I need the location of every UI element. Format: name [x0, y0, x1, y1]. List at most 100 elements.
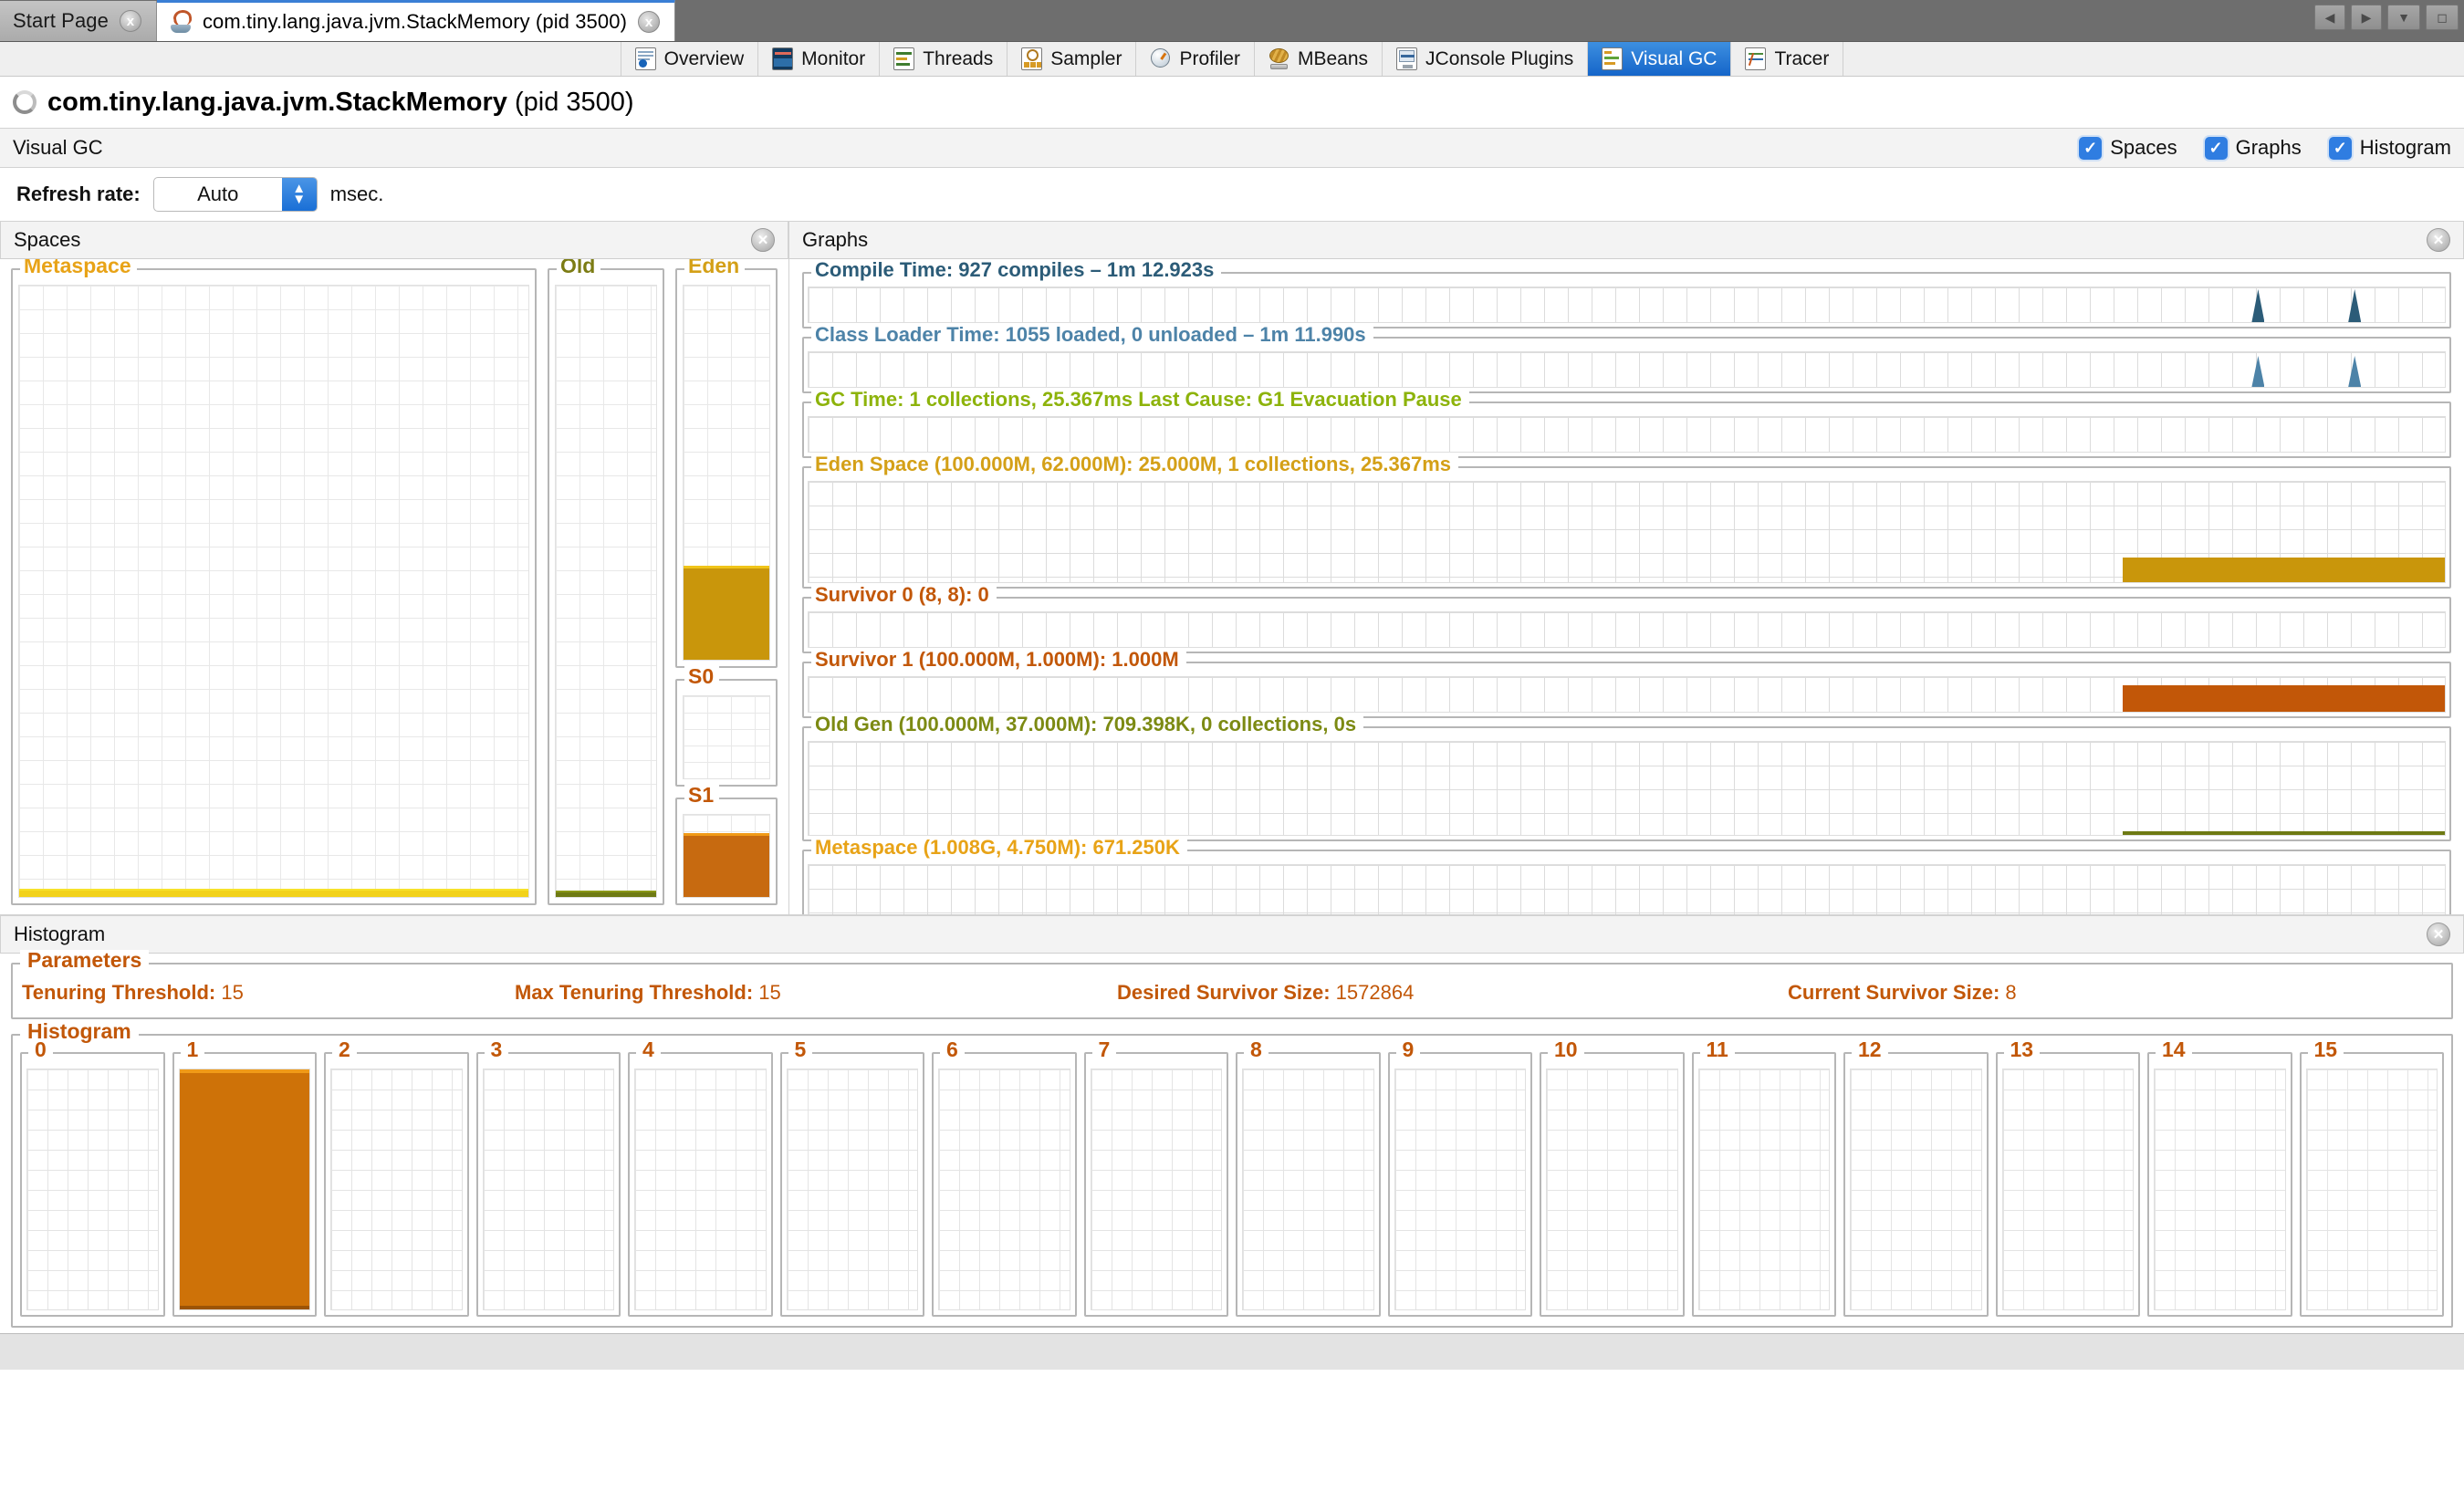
space-label: Eden — [684, 259, 746, 276]
space-young-column: Eden S0 S1 — [675, 259, 778, 905]
histogram-bin-grid — [786, 1069, 918, 1310]
spaces-panel: Spaces ✕ Metaspace Old Eden S0 S1 — [0, 221, 789, 914]
histogram-bin[interactable]: 0 — [20, 1039, 165, 1317]
graph-canvas — [808, 287, 2446, 323]
space-s0[interactable]: S0 — [675, 665, 778, 787]
parameters-group: Parameters Tenuring Threshold: 15 Max Te… — [11, 950, 2453, 1019]
histogram-panel-header: Histogram ✕ — [0, 915, 2464, 954]
checkbox-graphs[interactable]: ✓ Graphs — [2204, 136, 2302, 160]
histogram-bin-label: 11 — [1699, 1039, 1735, 1060]
histogram-bin[interactable]: 12 — [1843, 1039, 1989, 1317]
checkbox-spaces[interactable]: ✓ Spaces — [2079, 136, 2177, 160]
page-title-bar: com.tiny.lang.java.jvm.StackMemory (pid … — [0, 77, 2464, 128]
graph-canvas — [808, 351, 2446, 388]
space-gauge — [18, 285, 529, 898]
histogram-bin[interactable]: 9 — [1387, 1039, 1532, 1317]
tab-jconsole-plugins[interactable]: JConsole Plugins — [1383, 42, 1589, 76]
page-title-main: com.tiny.lang.java.jvm.StackMemory — [47, 87, 507, 117]
param-tenuring-threshold: Tenuring Threshold: 15 — [22, 981, 515, 1005]
graph-compile-time[interactable]: Compile Time: 927 compiles – 1m 12.923s — [802, 260, 2451, 328]
tab-profiler[interactable]: Profiler — [1136, 42, 1255, 76]
histogram-bin[interactable]: 15 — [2299, 1039, 2444, 1317]
histogram-bin[interactable]: 5 — [779, 1039, 924, 1317]
space-eden[interactable]: Eden — [675, 259, 778, 668]
prev-arrow-icon[interactable]: ◀ — [2314, 5, 2345, 30]
checkbox-histogram[interactable]: ✓ Histogram — [2328, 136, 2451, 160]
tab-label: Visual GC — [1631, 47, 1717, 69]
tab-sampler[interactable]: Sampler — [1008, 42, 1137, 76]
histogram-bin[interactable]: 2 — [324, 1039, 469, 1317]
graph-canvas — [808, 864, 2446, 914]
histogram-bin[interactable]: 11 — [1691, 1039, 1836, 1317]
graphs-panel-title: Graphs — [802, 228, 869, 251]
graph-survivor-0[interactable]: Survivor 0 (8, 8): 0 — [802, 585, 2451, 653]
graph-label: Class Loader Time: 1055 loaded, 0 unload… — [811, 325, 1373, 345]
chevron-down-icon[interactable]: ▼ — [2387, 5, 2420, 30]
refresh-rate-spinner[interactable]: Auto ▲ ▼ — [152, 177, 318, 212]
close-icon[interactable]: ✕ — [2427, 228, 2450, 252]
graph-old-gen[interactable]: Old Gen (100.000M, 37.000M): 709.398K, 0… — [802, 714, 2451, 841]
restore-window-icon[interactable]: ◻ — [2426, 5, 2459, 30]
view-tab-bar: Overview Monitor Threads Sampler Profile… — [0, 42, 2464, 77]
document-tab-start-page[interactable]: Start Page x — [0, 1, 157, 41]
page-title-pid: (pid 3500) — [515, 87, 634, 117]
graph-metaspace[interactable]: Metaspace (1.008G, 4.750M): 671.250K — [802, 838, 2451, 914]
histogram-bin[interactable]: 8 — [1236, 1039, 1381, 1317]
graph-spike — [2251, 289, 2265, 322]
histogram-bin-grid — [2305, 1069, 2438, 1310]
histogram-bin[interactable]: 7 — [1083, 1039, 1228, 1317]
graph-class-loader-time[interactable]: Class Loader Time: 1055 loaded, 0 unload… — [802, 325, 2451, 393]
histogram-bin-label: 3 — [484, 1039, 509, 1060]
histogram-bin[interactable]: 14 — [2147, 1039, 2292, 1317]
histogram-bin-grid — [26, 1069, 159, 1310]
param-current-survivor-size: Current Survivor Size: 8 — [1788, 981, 2017, 1005]
histogram-bin[interactable]: 4 — [628, 1039, 773, 1317]
space-gauge — [683, 694, 770, 779]
tab-mbeans[interactable]: MBeans — [1255, 42, 1383, 76]
histogram-bins: 0 1 2 3 4 5 6 7 8 9 10 11 12 13 14 15 — [20, 1039, 2444, 1317]
sampler-icon — [1021, 47, 1043, 70]
histogram-bin[interactable]: 10 — [1540, 1039, 1685, 1317]
close-icon[interactable]: ✕ — [751, 228, 775, 252]
histogram-bin-label: 6 — [940, 1039, 965, 1060]
graph-eden-space[interactable]: Eden Space (100.000M, 62.000M): 25.000M,… — [802, 454, 2451, 589]
check-icon[interactable]: ✓ — [2204, 136, 2228, 160]
space-old[interactable]: Old — [548, 259, 664, 905]
histogram-bin-label: 9 — [1395, 1039, 1421, 1060]
histogram-bin[interactable]: 13 — [1995, 1039, 2140, 1317]
graph-gc-time[interactable]: GC Time: 1 collections, 25.367ms Last Ca… — [802, 390, 2451, 458]
histogram-bin[interactable]: 6 — [932, 1039, 1077, 1317]
space-metaspace[interactable]: Metaspace — [11, 259, 537, 905]
check-icon[interactable]: ✓ — [2079, 136, 2103, 160]
histogram-bin[interactable]: 1 — [172, 1039, 317, 1317]
spinner-down-icon[interactable]: ▼ — [292, 193, 306, 206]
graph-canvas — [808, 416, 2446, 453]
tab-tracer[interactable]: Tracer — [1731, 42, 1844, 76]
refresh-rate-value[interactable]: Auto — [154, 178, 282, 211]
histogram-bin-label: 15 — [2307, 1039, 2344, 1060]
histogram-bin-label: 1 — [180, 1039, 205, 1060]
tab-overview[interactable]: Overview — [621, 42, 759, 76]
tab-monitor[interactable]: Monitor — [758, 42, 881, 76]
tab-label: Profiler — [1179, 47, 1240, 69]
close-icon[interactable]: ✕ — [2427, 923, 2450, 946]
graph-label: Survivor 1 (100.000M, 1.000M): 1.000M — [811, 650, 1186, 670]
visual-gc-label: Visual GC — [13, 136, 103, 159]
spinner-buttons[interactable]: ▲ ▼ — [281, 178, 317, 211]
next-arrow-icon[interactable]: ▶ — [2351, 5, 2382, 30]
tab-threads[interactable]: Threads — [880, 42, 1008, 76]
graph-canvas — [808, 741, 2446, 836]
document-tab-stackmemory[interactable]: com.tiny.lang.java.jvm.StackMemory (pid … — [156, 0, 675, 41]
tab-visual-gc[interactable]: Visual GC — [1588, 42, 1732, 76]
histogram-bin[interactable]: 3 — [475, 1039, 621, 1317]
param-value: 8 — [2005, 981, 2017, 1004]
histogram-bin-grid — [178, 1069, 310, 1310]
close-icon[interactable]: x — [119, 10, 141, 32]
space-s1[interactable]: S1 — [675, 784, 778, 905]
graph-label: Metaspace (1.008G, 4.750M): 671.250K — [811, 838, 1187, 858]
window-controls: ◀ ▶ ▼ ◻ — [2314, 5, 2459, 30]
close-icon[interactable]: x — [638, 11, 660, 33]
space-gauge — [555, 285, 657, 898]
graph-survivor-1[interactable]: Survivor 1 (100.000M, 1.000M): 1.000M — [802, 650, 2451, 718]
check-icon[interactable]: ✓ — [2328, 136, 2352, 160]
